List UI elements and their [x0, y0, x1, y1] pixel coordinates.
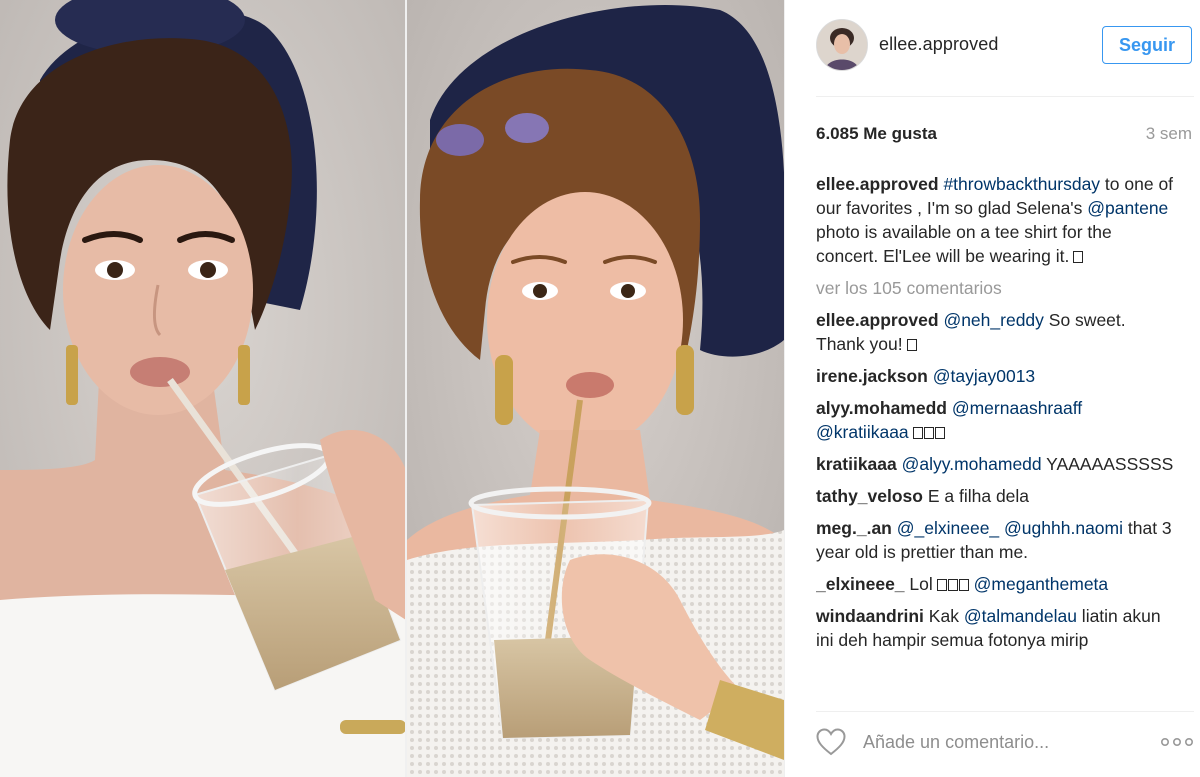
- emoji-icon: [912, 427, 923, 439]
- comment-username[interactable]: ellee.approved: [816, 310, 939, 330]
- emoji-icon: [906, 339, 917, 351]
- instagram-post: ellee.approved Seguir 6.085 Me gusta 3 s…: [0, 0, 1200, 777]
- comment-mention[interactable]: @neh_reddy: [943, 310, 1043, 330]
- left-photo: [0, 0, 406, 777]
- comment-mention[interactable]: @talmandelau: [964, 606, 1077, 626]
- right-photo: [407, 0, 784, 777]
- comment-username[interactable]: tathy_veloso: [816, 486, 923, 506]
- comment-username[interactable]: meg._.an: [816, 518, 892, 538]
- photo-collage: [0, 0, 784, 777]
- comment-mention[interactable]: @tayjay0013: [933, 366, 1035, 386]
- comment-mention[interactable]: @ughhh.naomi: [1004, 518, 1123, 538]
- post-header: ellee.approved Seguir: [785, 0, 1200, 96]
- comment-item: _elxineee_ Lol @meganthemeta: [816, 572, 1176, 596]
- comment-mention[interactable]: @_elxineee_: [897, 518, 999, 538]
- header-username[interactable]: ellee.approved: [879, 34, 999, 55]
- comment-item: windaandrini Kak @talmandelau liatin aku…: [816, 604, 1176, 652]
- add-comment-input[interactable]: [861, 726, 1145, 758]
- caption-mention[interactable]: @pantene: [1087, 198, 1168, 218]
- comment-item: irene.jackson @tayjay0013: [816, 364, 1176, 388]
- view-all-comments-link[interactable]: ver los 105 comentarios: [816, 276, 1176, 300]
- comment-mention[interactable]: @mernaashraaff: [952, 398, 1082, 418]
- comment-username[interactable]: alyy.mohamedd: [816, 398, 947, 418]
- comment-username[interactable]: windaandrini: [816, 606, 924, 626]
- more-options-icon[interactable]: [1160, 736, 1194, 748]
- comment-mention[interactable]: @meganthemeta: [974, 574, 1109, 594]
- emoji-icon: [923, 427, 934, 439]
- emoji-icon: [934, 427, 945, 439]
- likes-row: 6.085 Me gusta 3 sem: [816, 124, 1192, 148]
- caption-text-2: photo is available on a tee shirt for th…: [816, 222, 1112, 266]
- comment-item: ellee.approved @neh_reddy So sweet. Than…: [816, 308, 1176, 356]
- comment-text: E a filha dela: [922, 486, 1030, 506]
- post-photo[interactable]: [0, 0, 784, 777]
- comment-item: alyy.mohamedd @mernaashraaff @kratiikaaa: [816, 396, 1176, 444]
- avatar[interactable]: [816, 19, 868, 71]
- comment-mention[interactable]: @kratiikaaa: [816, 422, 909, 442]
- likes-count[interactable]: 6.085 Me gusta: [816, 124, 937, 144]
- caption-username[interactable]: ellee.approved: [816, 174, 939, 194]
- caption-hashtag[interactable]: #throwbackthursday: [943, 174, 1100, 194]
- post-time[interactable]: 3 sem: [1146, 124, 1192, 144]
- emoji-icon: [947, 579, 958, 591]
- caption: ellee.approved #throwbackthursday to one…: [816, 172, 1176, 268]
- comment-text: Lol: [904, 574, 933, 594]
- comment-username[interactable]: irene.jackson: [816, 366, 928, 386]
- comment-text: Kak: [923, 606, 964, 626]
- emoji-icon: [1073, 251, 1084, 263]
- emoji-icon: [936, 579, 947, 591]
- follow-button[interactable]: Seguir: [1102, 26, 1192, 64]
- post-sidebar: ellee.approved Seguir 6.085 Me gusta 3 s…: [784, 0, 1200, 777]
- comment-item: kratiikaaa @alyy.mohamedd YAAAAASSSSS: [816, 452, 1176, 476]
- comment-text: YAAAAASSSSS: [1041, 454, 1174, 474]
- heart-outline-icon[interactable]: [816, 728, 846, 756]
- comments-list[interactable]: ellee.approved #throwbackthursday to one…: [816, 172, 1176, 696]
- comment-footer: [785, 712, 1200, 777]
- avatar-image: [817, 20, 867, 70]
- comment-mention[interactable]: @alyy.mohamedd: [902, 454, 1042, 474]
- comment-item: tathy_veloso E a filha dela: [816, 484, 1176, 508]
- emoji-icon: [958, 579, 969, 591]
- comment-username[interactable]: kratiikaaa: [816, 454, 897, 474]
- header-divider: [816, 96, 1194, 97]
- comment-username[interactable]: _elxineee_: [816, 574, 905, 594]
- comment-item: meg._.an @_elxineee_ @ughhh.naomi that 3…: [816, 516, 1176, 564]
